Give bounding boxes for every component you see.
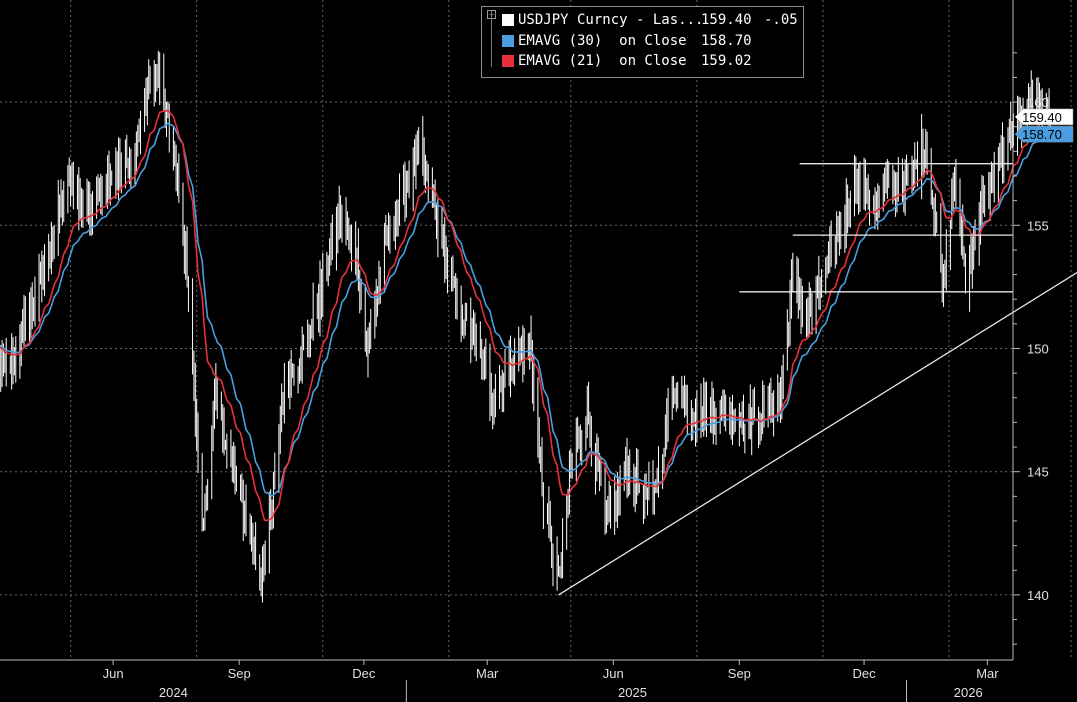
ema30-tag-text: 158.70: [1022, 127, 1062, 142]
legend-item-ema30: EMAVG (30) on Close 158.70: [488, 31, 752, 51]
x-tick-label: Sep: [728, 666, 751, 681]
legend-swatch-ema30: [502, 35, 514, 47]
annotation-lines: [558, 163, 1077, 596]
trendline: [558, 271, 1077, 596]
legend-last-ema30: 158.70: [701, 33, 752, 49]
legend-label-ema30: EMAVG (30) on Close: [518, 33, 687, 49]
legend-item-ema21: EMAVG (21) on Close 159.02: [488, 51, 752, 71]
x-tick-label: Jun: [103, 666, 124, 681]
x-tick-label: Dec: [352, 666, 376, 681]
legend-change: -.05: [764, 12, 798, 28]
legend: − USDJPY Curncy - Las... 159.40 -.05 EMA…: [481, 6, 804, 78]
price-chart: 140 145 150 155 160 Jun Sep Dec Mar Jun Sep Dec Mar 2…: [0, 0, 1077, 702]
legend-swatch-ema21: [502, 55, 514, 67]
last-value-tags: 158.70 159.40: [1014, 108, 1074, 143]
year-label: 2025: [618, 685, 647, 700]
year-label: 2024: [159, 685, 188, 700]
year-label: 2026: [954, 685, 983, 700]
x-tick-label: Mar: [976, 666, 999, 681]
legend-item-price: USDJPY Curncy - Las... 159.40 -.05: [488, 10, 798, 30]
legend-label-price: USDJPY Curncy - Las...: [518, 12, 704, 28]
y-tick-label: 150: [1027, 342, 1049, 357]
ema30-tag: 158.70: [1014, 125, 1074, 143]
legend-last-price: 159.40: [701, 12, 752, 28]
y-tick-label: 160: [1027, 95, 1049, 110]
legend-last-ema21: 159.02: [701, 53, 752, 69]
y-tick-label: 140: [1027, 588, 1049, 603]
x-tick-label: Dec: [853, 666, 877, 681]
price-tag: 159.40: [1014, 108, 1074, 126]
price-tag-text: 159.40: [1022, 110, 1062, 125]
x-tick-label: Mar: [476, 666, 499, 681]
x-tick-label: Sep: [228, 666, 251, 681]
chart-grid: [0, 0, 1072, 660]
x-tick-label: Jun: [603, 666, 624, 681]
y-tick-label: 155: [1027, 218, 1049, 233]
legend-label-ema21: EMAVG (21) on Close: [518, 53, 687, 69]
legend-swatch-price: [502, 14, 514, 26]
y-tick-label: 145: [1027, 465, 1049, 480]
